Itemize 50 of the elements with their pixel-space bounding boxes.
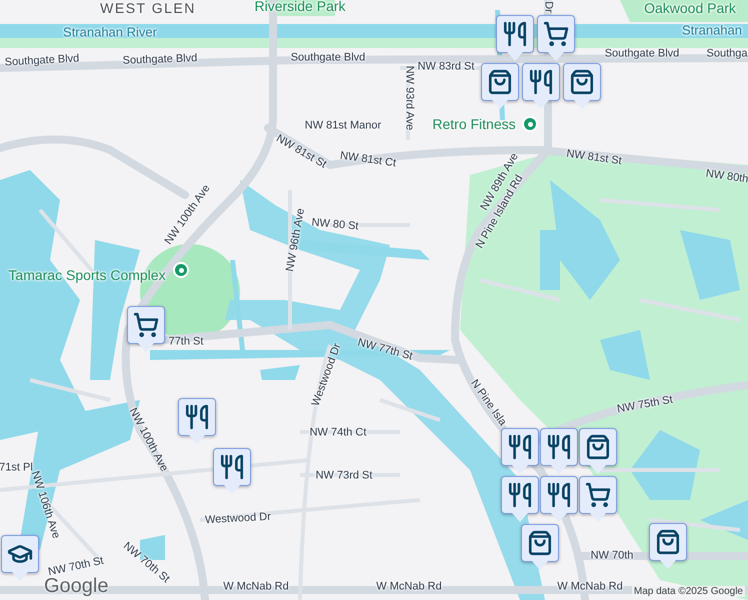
street-label: W McNab Rd [223, 582, 289, 592]
street-label: W McNab Rd [557, 582, 623, 592]
shopping-bag-icon [655, 529, 681, 555]
fork-knife-icon [507, 482, 533, 508]
street-label: NW 83rd St [418, 62, 474, 72]
street-label: Dr [542, 1, 554, 13]
street-label: NW 75th St [616, 394, 674, 416]
fork-knife-icon [528, 69, 554, 95]
street-label: NW 100th Ave [126, 406, 170, 474]
street-label: NW 77th St [356, 337, 414, 363]
river-label: Stranahan River [63, 26, 157, 38]
street-label: 77th St [168, 336, 204, 348]
shopping-bag-icon [527, 530, 553, 556]
street-label: NW 80th [705, 168, 748, 186]
street-label: NW 96th Ave [285, 208, 307, 272]
street-label: NW 81st St [274, 133, 328, 171]
park-label: Riverside Park [254, 0, 346, 13]
street-label: NW 74th Ct [310, 428, 366, 438]
river-label: Stranahan [682, 24, 742, 36]
street-label: Southgate Blvd [604, 48, 680, 60]
fork-knife-icon [507, 434, 533, 460]
street-label: Southgate Blvd [4, 54, 80, 68]
street-label: NW 73rd St [316, 470, 372, 482]
street-label: Southgate Blvd [290, 52, 366, 64]
street-label: W McNab Rd [376, 582, 442, 592]
fork-knife-icon [502, 21, 528, 47]
street-label: NW 81st St [566, 148, 622, 168]
shopping-bag-icon [487, 69, 513, 95]
park-label: Oakwood Park [644, 1, 736, 15]
map-attribution: Map data ©2025 Google [632, 586, 745, 597]
street-label: NW 81st Manor [304, 120, 382, 132]
street-label: NW 93rd Ave [404, 66, 414, 130]
street-label: NW 81st Ct [339, 150, 397, 170]
shopping-cart-icon [133, 312, 159, 338]
fork-knife-icon [546, 434, 572, 460]
fork-knife-icon [219, 454, 245, 480]
street-label: Southgate Blvd [122, 53, 198, 67]
shopping-cart-icon [543, 21, 569, 47]
shopping-bag-icon [569, 69, 595, 95]
fork-knife-icon [184, 404, 210, 430]
place-label: Retro Fitness [432, 117, 516, 131]
street-label: Westwood Dr [204, 512, 272, 526]
street-label: NW 70th [590, 550, 634, 562]
shopping-bag-icon [585, 434, 611, 460]
street-label: Southga [706, 48, 748, 60]
place-label: Tamarac Sports Complex [8, 268, 166, 282]
street-label: NW 80 St [311, 217, 359, 233]
shopping-cart-icon [585, 482, 611, 508]
fork-knife-icon [546, 482, 572, 508]
district-label: WEST GLEN [100, 1, 196, 15]
